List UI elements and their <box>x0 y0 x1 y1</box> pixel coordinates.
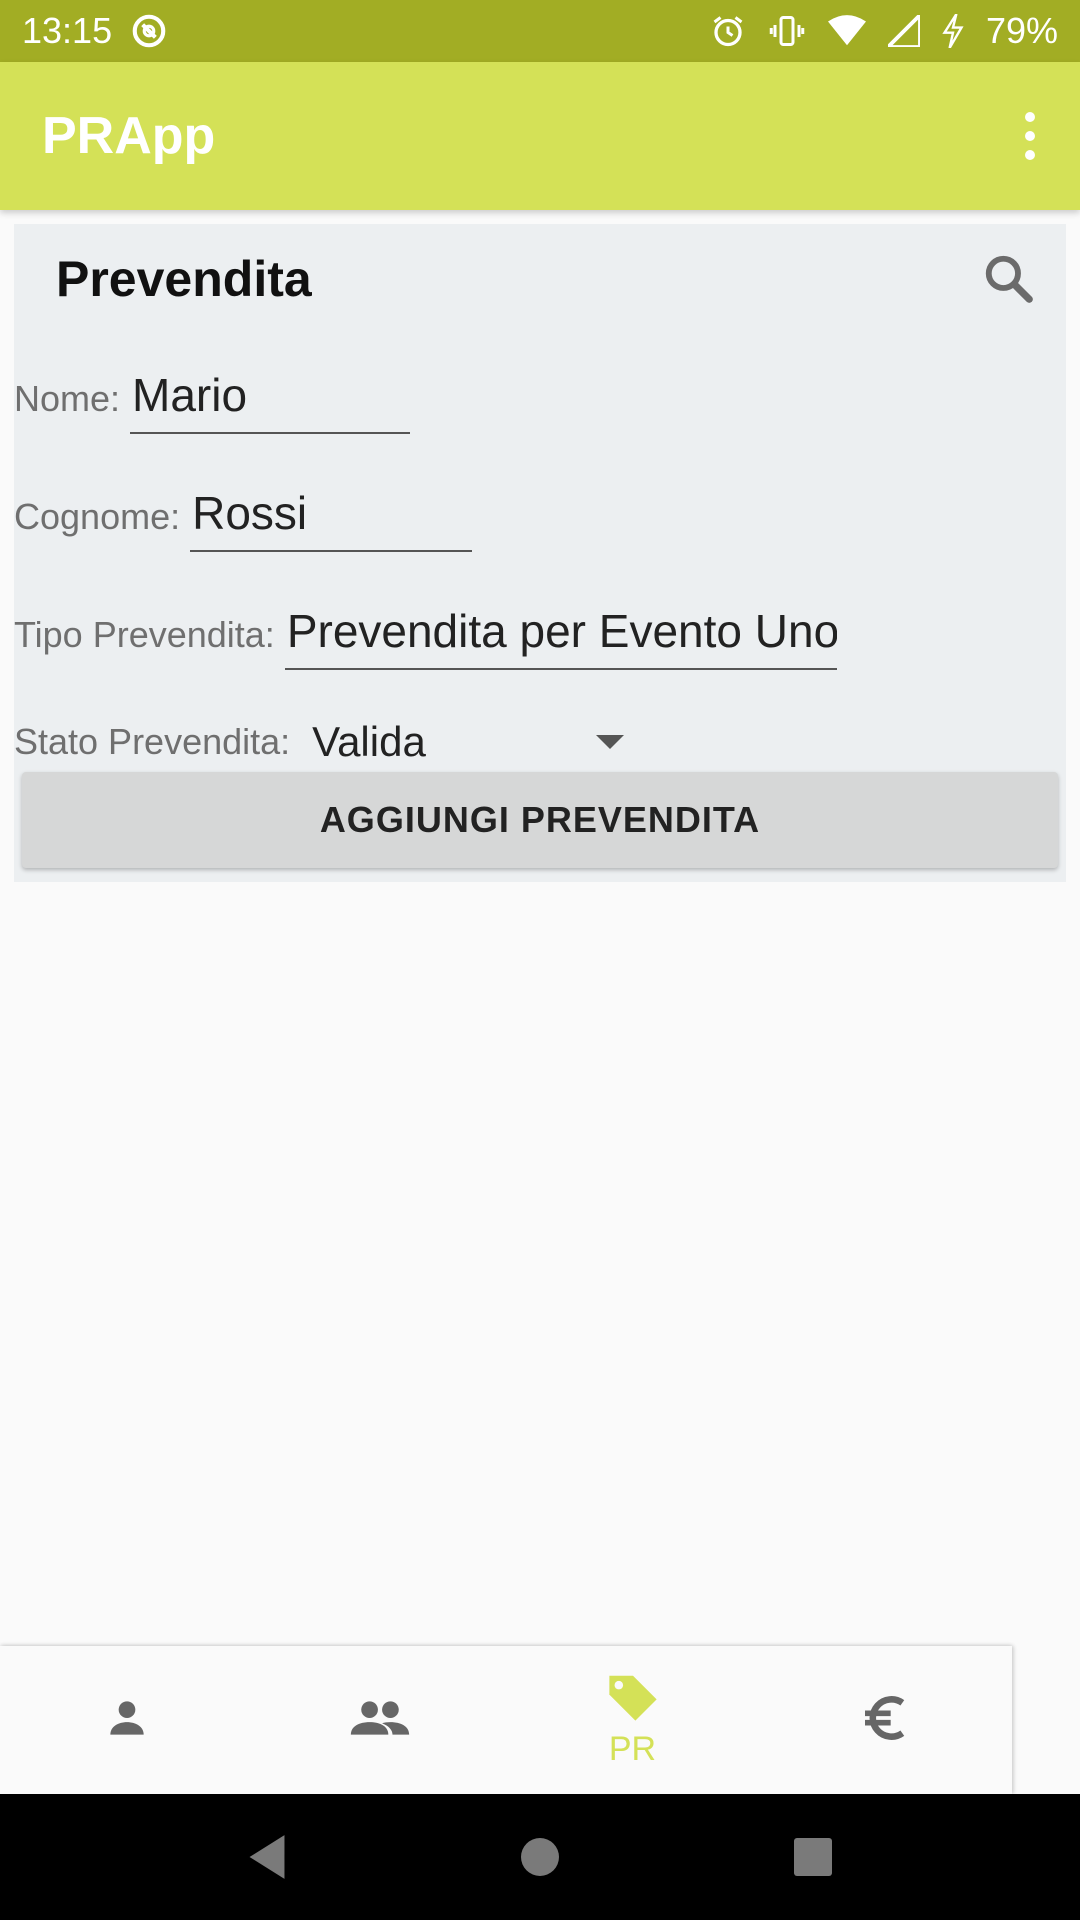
cognome-input[interactable] <box>190 486 473 552</box>
nome-label: Nome: <box>14 378 121 419</box>
nav-item-euro[interactable] <box>759 1646 1012 1794</box>
status-time: 13:15 <box>22 10 113 51</box>
nav-item-group[interactable] <box>253 1646 506 1794</box>
card-title: Prevendita <box>56 251 312 307</box>
tipo-row: Tipo Prevendita: <box>14 604 837 670</box>
nav-item-pr[interactable]: PR <box>506 1646 759 1794</box>
status-bar: 13:15 79% <box>0 0 1080 62</box>
stato-value: Valida <box>312 718 426 765</box>
signal-icon <box>887 15 920 47</box>
wifi-icon <box>827 14 866 48</box>
charging-icon <box>942 14 964 48</box>
home-icon[interactable] <box>495 1812 585 1902</box>
sync-icon <box>130 12 168 50</box>
battery-percentage: 79% <box>985 10 1058 51</box>
tipo-label: Tipo Prevendita: <box>14 614 275 655</box>
stato-spinner[interactable]: Valida <box>312 712 628 772</box>
cognome-label: Cognome: <box>14 496 181 537</box>
status-left: 13:15 <box>22 10 168 52</box>
cognome-row: Cognome: <box>14 486 473 552</box>
alarm-icon <box>710 13 746 49</box>
group-icon <box>348 1693 412 1748</box>
app-bar: PRApp <box>0 62 1080 210</box>
tag-icon <box>603 1671 663 1728</box>
system-nav-bar <box>0 1794 1080 1920</box>
recents-icon[interactable] <box>768 1812 858 1902</box>
stato-row: Stato Prevendita: Valida <box>14 712 628 772</box>
dropdown-arrow-icon <box>596 735 625 749</box>
person-icon <box>102 1693 152 1748</box>
nav-label-pr: PR <box>608 1730 657 1768</box>
euro-icon <box>858 1690 914 1751</box>
nav-item-person[interactable] <box>0 1646 253 1794</box>
tipo-input[interactable] <box>284 604 837 670</box>
vibrate-icon <box>768 13 806 49</box>
stato-label: Stato Prevendita: <box>14 721 291 762</box>
nome-input[interactable] <box>130 368 411 434</box>
back-icon[interactable] <box>222 1812 312 1902</box>
app-title: PRApp <box>42 107 216 165</box>
prevendita-card: Prevendita Nome: Cognome: Tipo Prevendit… <box>14 224 1066 882</box>
add-prevendita-button[interactable]: AGGIUNGI PREVENDITA <box>22 772 1058 868</box>
more-vert-icon[interactable] <box>1010 106 1050 166</box>
search-icon[interactable] <box>974 246 1044 312</box>
bottom-nav: PR <box>0 1646 1012 1794</box>
nome-row: Nome: <box>14 368 411 434</box>
status-right: 79% <box>710 10 1058 52</box>
